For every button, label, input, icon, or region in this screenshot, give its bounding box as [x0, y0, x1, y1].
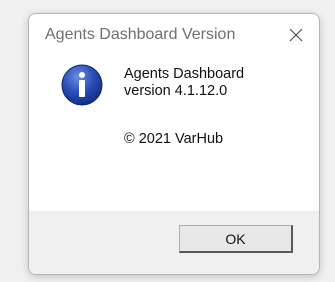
ok-button[interactable]: OK [179, 225, 293, 253]
version-text: version 4.1.12.0 [124, 83, 228, 99]
about-dialog: Agents Dashboard Version Agents Dashboar… [28, 13, 320, 275]
version-message: Agents Dashboard version 4.1.12.0 [124, 66, 244, 100]
dialog-title: Agents Dashboard Version [45, 26, 236, 43]
close-button[interactable] [281, 20, 311, 50]
copyright-text: © 2021 VarHub [124, 131, 224, 147]
close-icon [289, 28, 303, 42]
button-bar: OK [29, 211, 319, 274]
title-bar: Agents Dashboard Version [29, 14, 319, 58]
information-icon [61, 64, 103, 106]
product-name: Agents Dashboard [124, 66, 245, 82]
